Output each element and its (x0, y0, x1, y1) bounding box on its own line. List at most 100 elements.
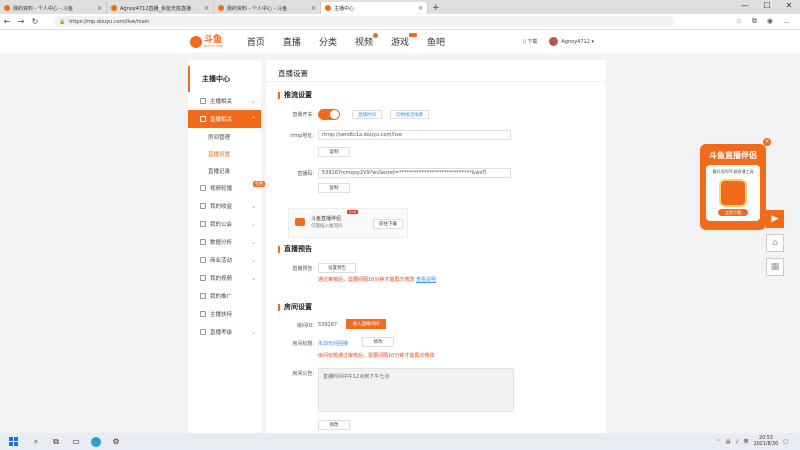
forward-icon[interactable]: → (14, 17, 28, 26)
nav-yuba[interactable]: 鱼吧 (427, 35, 445, 48)
rtmp-field[interactable]: rtmp://sendtc1a.douyu.com/live (318, 130, 511, 140)
chevron-down-icon: ⌄ (250, 256, 256, 264)
browser-tab[interactable]: 我的资料 - 个人中心 - 斗鱼 × (214, 2, 321, 14)
edit-notice-button[interactable]: 修改 (318, 420, 350, 430)
windows-icon (8, 437, 18, 446)
ad-close-icon[interactable]: × (763, 138, 771, 146)
back-icon[interactable]: ← (0, 17, 14, 26)
close-window-button[interactable]: ✕ (778, 0, 800, 12)
profile-icon[interactable]: ◉ (767, 17, 773, 26)
sidebar-sub-live-settings[interactable]: 直播设置 (188, 145, 261, 162)
switch-line-button[interactable]: 切换推流线路 (390, 110, 429, 119)
sidebar-item-live[interactable]: 直播相关 ⌃ (188, 110, 261, 128)
ad-download-button[interactable]: 立即下载 (718, 209, 748, 216)
settings-icon[interactable]: ⚙ (106, 437, 126, 446)
chevron-down-icon: ⌄ (250, 238, 256, 246)
volume-icon[interactable]: ♪ (735, 439, 738, 445)
set-preview-button[interactable]: 设置预告 (318, 263, 356, 273)
view-info-link[interactable]: 查看说明 (416, 277, 436, 283)
room-id-label: 房间ID: (296, 323, 314, 329)
ad-desc: 最好用的PC端直播工具 (712, 169, 754, 174)
exam-icon (200, 329, 206, 335)
browser-tab[interactable]: 我的资料 - 个人中心 - 斗鱼 × (0, 2, 107, 14)
notice-textarea[interactable]: 直播时间中午12点到下午七点 (318, 368, 514, 412)
browser-tab-active[interactable]: 主播中心 × (321, 2, 428, 14)
room-title-label: 房间标题: (292, 341, 314, 347)
task-view-icon[interactable]: ⧉ (46, 437, 66, 447)
tab-title: 我的资料 - 个人中心 - 斗鱼 (227, 5, 287, 12)
copy-code-button[interactable]: 复制 (318, 183, 350, 193)
promo-subtitle: 仅需插入推流码 (311, 224, 343, 229)
edit-title-button[interactable]: 修改 (362, 337, 394, 347)
home-float-icon[interactable]: ⌂ (766, 234, 784, 252)
sidebar-item-support[interactable]: 主播扶持 (188, 305, 261, 323)
close-tab-icon[interactable]: × (418, 5, 423, 12)
user-menu[interactable]: Agnoy4712 ▾ (549, 37, 594, 46)
sidebar-item-promote[interactable]: 我的推广 (188, 287, 261, 305)
nav-video[interactable]: 视频 (355, 33, 378, 48)
sidebar-item-anchor[interactable]: 主播相关 ⌄ (188, 92, 261, 110)
sidebar-item-income[interactable]: 我的收益 ⌄ (188, 197, 261, 215)
language-indicator[interactable]: 英 (744, 438, 749, 445)
enter-room-button[interactable]: 进入直播间间 (346, 319, 386, 329)
go-download-button[interactable]: 前往下载 (373, 219, 403, 229)
sidebar-item-label: 我的公会 (210, 222, 233, 228)
nav-game[interactable]: 游戏 (391, 33, 418, 48)
stream-code-field[interactable]: 539167rcmqoy2V9?wsSecret=***************… (318, 168, 511, 178)
chevron-down-icon: ⌄ (250, 202, 256, 210)
close-tab-icon[interactable]: × (311, 5, 316, 12)
sidebar-item-business[interactable]: 商业活动 ⌄ (188, 251, 261, 269)
close-tab-icon[interactable]: × (97, 5, 102, 12)
tab-title: Agnoy4712直播_余能无底直播 (120, 5, 192, 12)
logo-subtext: DOUYU.COM (204, 43, 223, 48)
file-explorer-icon[interactable]: ▭ (66, 437, 86, 446)
refresh-icon[interactable]: ↻ (28, 17, 42, 26)
app-float-icon[interactable]: ▦ (766, 258, 784, 276)
copy-rtmp-button[interactable]: 复制 (318, 147, 350, 157)
sidebar-item-label: 数据分析 (210, 240, 233, 246)
new-tab-button[interactable]: + (432, 2, 440, 14)
favorites-icon[interactable]: ☆ (736, 17, 742, 26)
clock-date: 2021/8/30 (753, 441, 779, 447)
sidebar-item-guild[interactable]: 我的公会 ⌄ (188, 215, 261, 233)
maximize-button[interactable]: ☐ (756, 0, 778, 12)
download-label: 下载 (527, 39, 538, 45)
chevron-down-icon: ⌄ (250, 274, 256, 282)
live-time-button[interactable]: 直播时间 (352, 110, 382, 119)
start-button[interactable] (0, 437, 26, 446)
more-icon[interactable]: … (783, 17, 790, 26)
sidebar-sub-live-records[interactable]: 直播记录 (188, 162, 261, 179)
collections-icon[interactable]: ⧉ (752, 17, 757, 26)
close-tab-icon[interactable]: × (204, 5, 209, 12)
sidebar-item-data[interactable]: 数据分析 ⌄ (188, 233, 261, 251)
edge-icon[interactable] (91, 436, 101, 447)
section-push: 推流设置 (278, 92, 312, 99)
notification-icon[interactable]: ▢ (783, 439, 788, 445)
clock[interactable]: 20:53 2021/8/30 (754, 436, 779, 448)
sidebar-item-exam[interactable]: 直播考级 ⌄ (188, 323, 261, 341)
nav-live[interactable]: 直播 (283, 35, 301, 48)
search-icon[interactable]: ⌕ (26, 437, 46, 447)
sidebar-item-my-video[interactable]: 我的视频 ⌄ (188, 269, 261, 287)
network-icon[interactable]: ▤ (726, 439, 731, 445)
play-float-icon[interactable]: ▶ (766, 210, 784, 228)
download-link[interactable]: ▯ 下载 (523, 38, 537, 45)
sidebar-sub-room-manage[interactable]: 房间管理 (188, 128, 261, 145)
url-input[interactable]: 🔒 https://mp.douyu.com/live/main (54, 16, 674, 27)
nav-category[interactable]: 分类 (319, 35, 337, 48)
browser-tab[interactable]: Agnoy4712直播_余能无底直播 × (107, 2, 214, 14)
guild-icon (200, 221, 206, 227)
main-content: 直播设置 推流设置 直播开关: 直播时间 切换推流线路 rtmp地址: rtmp… (266, 60, 606, 435)
minimize-button[interactable]: — (734, 0, 756, 12)
wallet-icon (200, 203, 206, 209)
tab-title: 主播中心 (334, 5, 355, 12)
live-toggle[interactable] (318, 109, 340, 120)
douyu-logo[interactable]: 斗鱼 DOUYU.COM (190, 35, 223, 48)
section-room: 房间设置 (278, 304, 312, 311)
douyu-favicon-icon (325, 5, 331, 11)
nav-home[interactable]: 首页 (247, 35, 265, 48)
sidebar-item-video-loop[interactable]: 视频轮播 免费 (188, 179, 265, 197)
user-bar: ▯ 下载 Agnoy4712 ▾ (523, 37, 594, 46)
tray-chevron-icon[interactable]: ⌃ (717, 439, 721, 445)
page-title: 直播设置 (266, 60, 606, 82)
